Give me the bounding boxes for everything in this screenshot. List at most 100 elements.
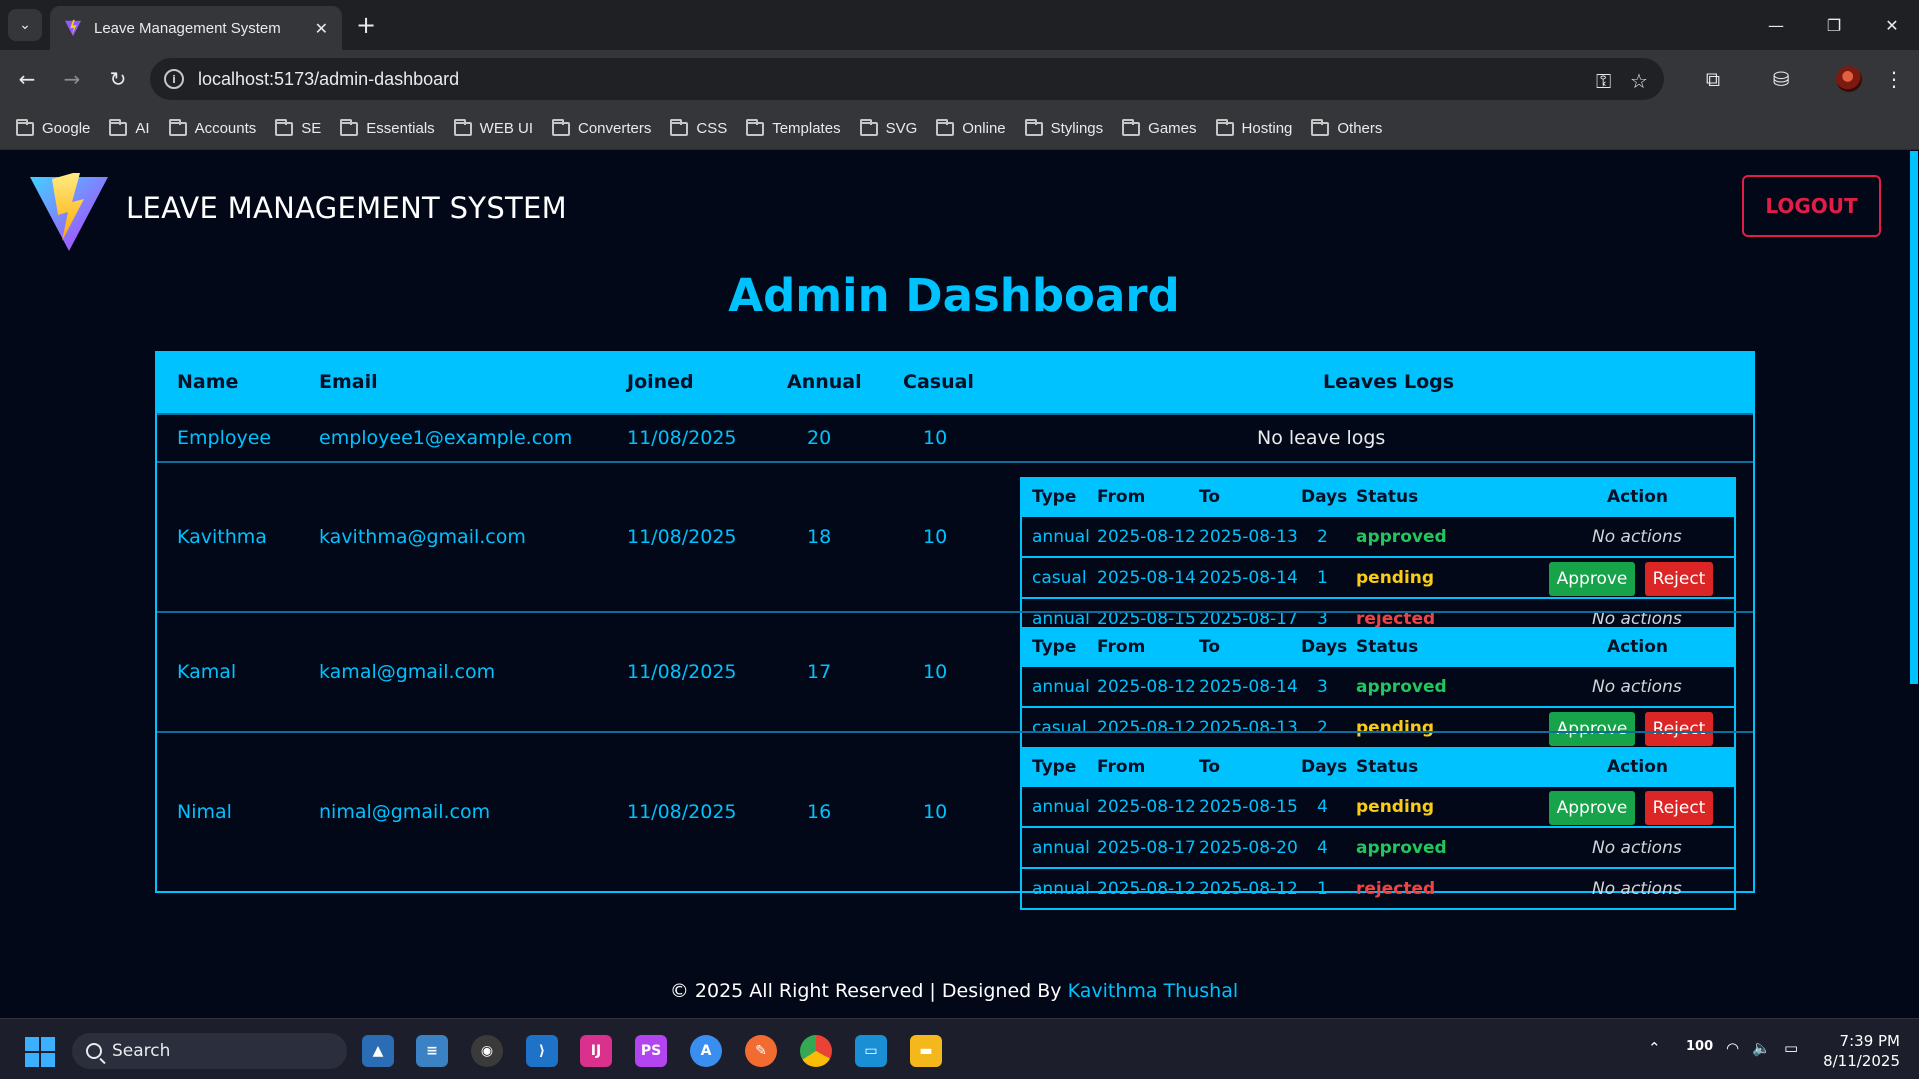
employee-email: nimal@gmail.com [319,801,491,823]
bookmark-essentials[interactable]: Essentials [340,118,435,137]
bookmark-label: Accounts [194,120,257,137]
bookmark-converters[interactable]: Converters [552,118,651,137]
employee-casual: 10 [923,526,948,548]
bookmark-label: CSS [696,120,728,137]
leave-log-row: casual 2025-08-14 2025-08-14 1 pending Approv… [1022,556,1734,597]
log-col-from: From [1097,487,1146,507]
tab-close-icon[interactable]: ✕ [315,19,328,38]
forward-icon[interactable]: → [57,64,87,94]
leave-logs-header: Type From To Days Status Action [1022,749,1734,785]
tray-chevron-up-icon[interactable]: ⌃ [1648,1039,1661,1057]
bookmark-web-ui[interactable]: WEB UI [453,118,533,137]
taskbar-clock[interactable]: 7:39 PM 8/11/2025 [1820,1031,1900,1071]
footer: © 2025 All Right Reserved | Designed By … [0,959,1908,1018]
col-joined: Joined [627,371,694,393]
folder-icon [340,118,359,136]
new-tab-button[interactable]: + [352,10,380,40]
bookmark-star-icon[interactable]: ☆ [1630,69,1648,93]
windows-start-icon[interactable] [25,1037,55,1067]
app-logo-icon [30,173,108,251]
log-from: 2025-08-12 [1097,797,1196,817]
intellij-app-icon[interactable]: IJ [580,1035,612,1067]
bookmark-label: Hosting [1241,120,1293,137]
log-col-days: Days [1301,637,1348,657]
log-to: 2025-08-13 [1199,527,1298,547]
extensions-icon[interactable]: ⧉ [1698,64,1728,94]
bookmark-label: Online [962,120,1006,137]
browser-tab[interactable]: Leave Management System ✕ [50,6,342,50]
approve-button[interactable]: Approve [1549,791,1635,825]
folder-icon [746,118,765,136]
bookmark-ai[interactable]: AI [109,118,150,137]
vscode-app-icon[interactable]: ⟩ [526,1035,558,1067]
leave-log-row: annual 2025-08-12 2025-08-14 3 approved No ac… [1022,665,1734,706]
log-col-action: Action [1607,487,1668,507]
bookmark-stylings[interactable]: Stylings [1024,118,1103,137]
phpstorm-app-icon[interactable]: PS [635,1035,667,1067]
photos-app-icon[interactable]: ▲ [362,1035,394,1067]
employee-email: kamal@gmail.com [319,661,496,683]
approve-button[interactable]: Approve [1549,562,1635,596]
log-type: casual [1032,568,1087,588]
bookmark-templates[interactable]: Templates [746,118,841,137]
bookmark-css[interactable]: CSS [670,118,728,137]
footer-author-link[interactable]: Kavithma Thushal [1068,980,1239,1002]
restore-icon[interactable]: ❐ [1810,8,1858,42]
logout-button[interactable]: LOGOUT [1742,175,1881,237]
menu-kebab-icon[interactable]: ⋮ [1879,64,1909,94]
leave-log-row: annual 2025-08-12 2025-08-13 2 approved No ac… [1022,515,1734,556]
bookmark-others[interactable]: Others [1311,118,1382,137]
file-explorer-app-icon[interactable]: ▬ [910,1035,942,1067]
minimize-icon[interactable]: — [1752,8,1800,42]
tab-search-chevron-icon[interactable]: ⌄ [8,9,42,41]
employee-casual: 10 [923,427,948,449]
password-key-icon[interactable]: ⚿ [1596,69,1611,93]
table-header: Name Email Joined Annual Casual Leaves L… [157,353,1753,413]
table-row: Nimal nimal@gmail.com 11/08/2025 16 10 Type Fr… [157,731,1753,910]
folder-icon [936,118,955,136]
url-text[interactable]: localhost:5173/admin-dashboard [198,69,459,90]
folder-icon [1024,118,1043,136]
log-col-action: Action [1607,757,1668,777]
bookmark-se[interactable]: SE [275,118,321,137]
app-store-icon[interactable]: A [690,1035,722,1067]
bookmark-hosting[interactable]: Hosting [1215,118,1293,137]
log-col-to: To [1199,757,1221,777]
reload-icon[interactable]: ↻ [103,64,133,94]
windows-taskbar: Search ▲ ≡ ◉ ⟩ IJ PS A ✎ ▭ ▬ ⌃ 100 ◠ 🔈 ▭… [0,1018,1919,1079]
col-annual: Annual [787,371,862,393]
bookmark-google[interactable]: Google [16,118,90,137]
close-window-icon[interactable]: ✕ [1868,8,1916,42]
bookmark-games[interactable]: Games [1122,118,1197,137]
site-info-icon[interactable]: i [164,69,184,89]
no-leave-logs: No leave logs [1257,427,1386,449]
scrollbar-thumb[interactable] [1910,151,1918,684]
address-bar[interactable]: i localhost:5173/admin-dashboard ⚿ ☆ [150,58,1664,100]
incognito-icon[interactable]: ⛁ [1766,64,1796,94]
battery-icon[interactable]: ▭ [1784,1039,1798,1057]
notepad-app-icon[interactable]: ≡ [416,1035,448,1067]
profile-avatar[interactable] [1836,66,1862,92]
page-title: Admin Dashboard [728,269,1180,322]
volume-icon[interactable]: 🔈 [1752,1039,1771,1057]
bookmark-online[interactable]: Online [936,118,1006,137]
log-col-action: Action [1607,637,1668,657]
remote-desktop-app-icon[interactable]: ▭ [855,1035,887,1067]
page-viewport: LEAVE MANAGEMENT SYSTEM LOGOUT Admin Das… [0,151,1908,1018]
obs-app-icon[interactable]: ◉ [471,1035,503,1067]
chrome-app-icon[interactable] [800,1035,832,1067]
bookmark-label: Essentials [366,120,435,137]
reject-button[interactable]: Reject [1645,791,1713,825]
postman-app-icon[interactable]: ✎ [745,1035,777,1067]
col-email: Email [319,371,378,393]
bookmark-svg[interactable]: SVG [859,118,917,137]
page-scrollbar[interactable] [1908,151,1919,1018]
log-to: 2025-08-14 [1199,677,1298,697]
log-type: annual [1032,879,1090,899]
leave-log-row: annual 2025-08-12 2025-08-15 4 pending Approv… [1022,785,1734,826]
reject-button[interactable]: Reject [1645,562,1713,596]
bookmark-accounts[interactable]: Accounts [168,118,257,137]
back-icon[interactable]: ← [12,64,42,94]
taskbar-search[interactable]: Search [72,1033,347,1069]
wifi-icon[interactable]: ◠ [1726,1039,1739,1057]
